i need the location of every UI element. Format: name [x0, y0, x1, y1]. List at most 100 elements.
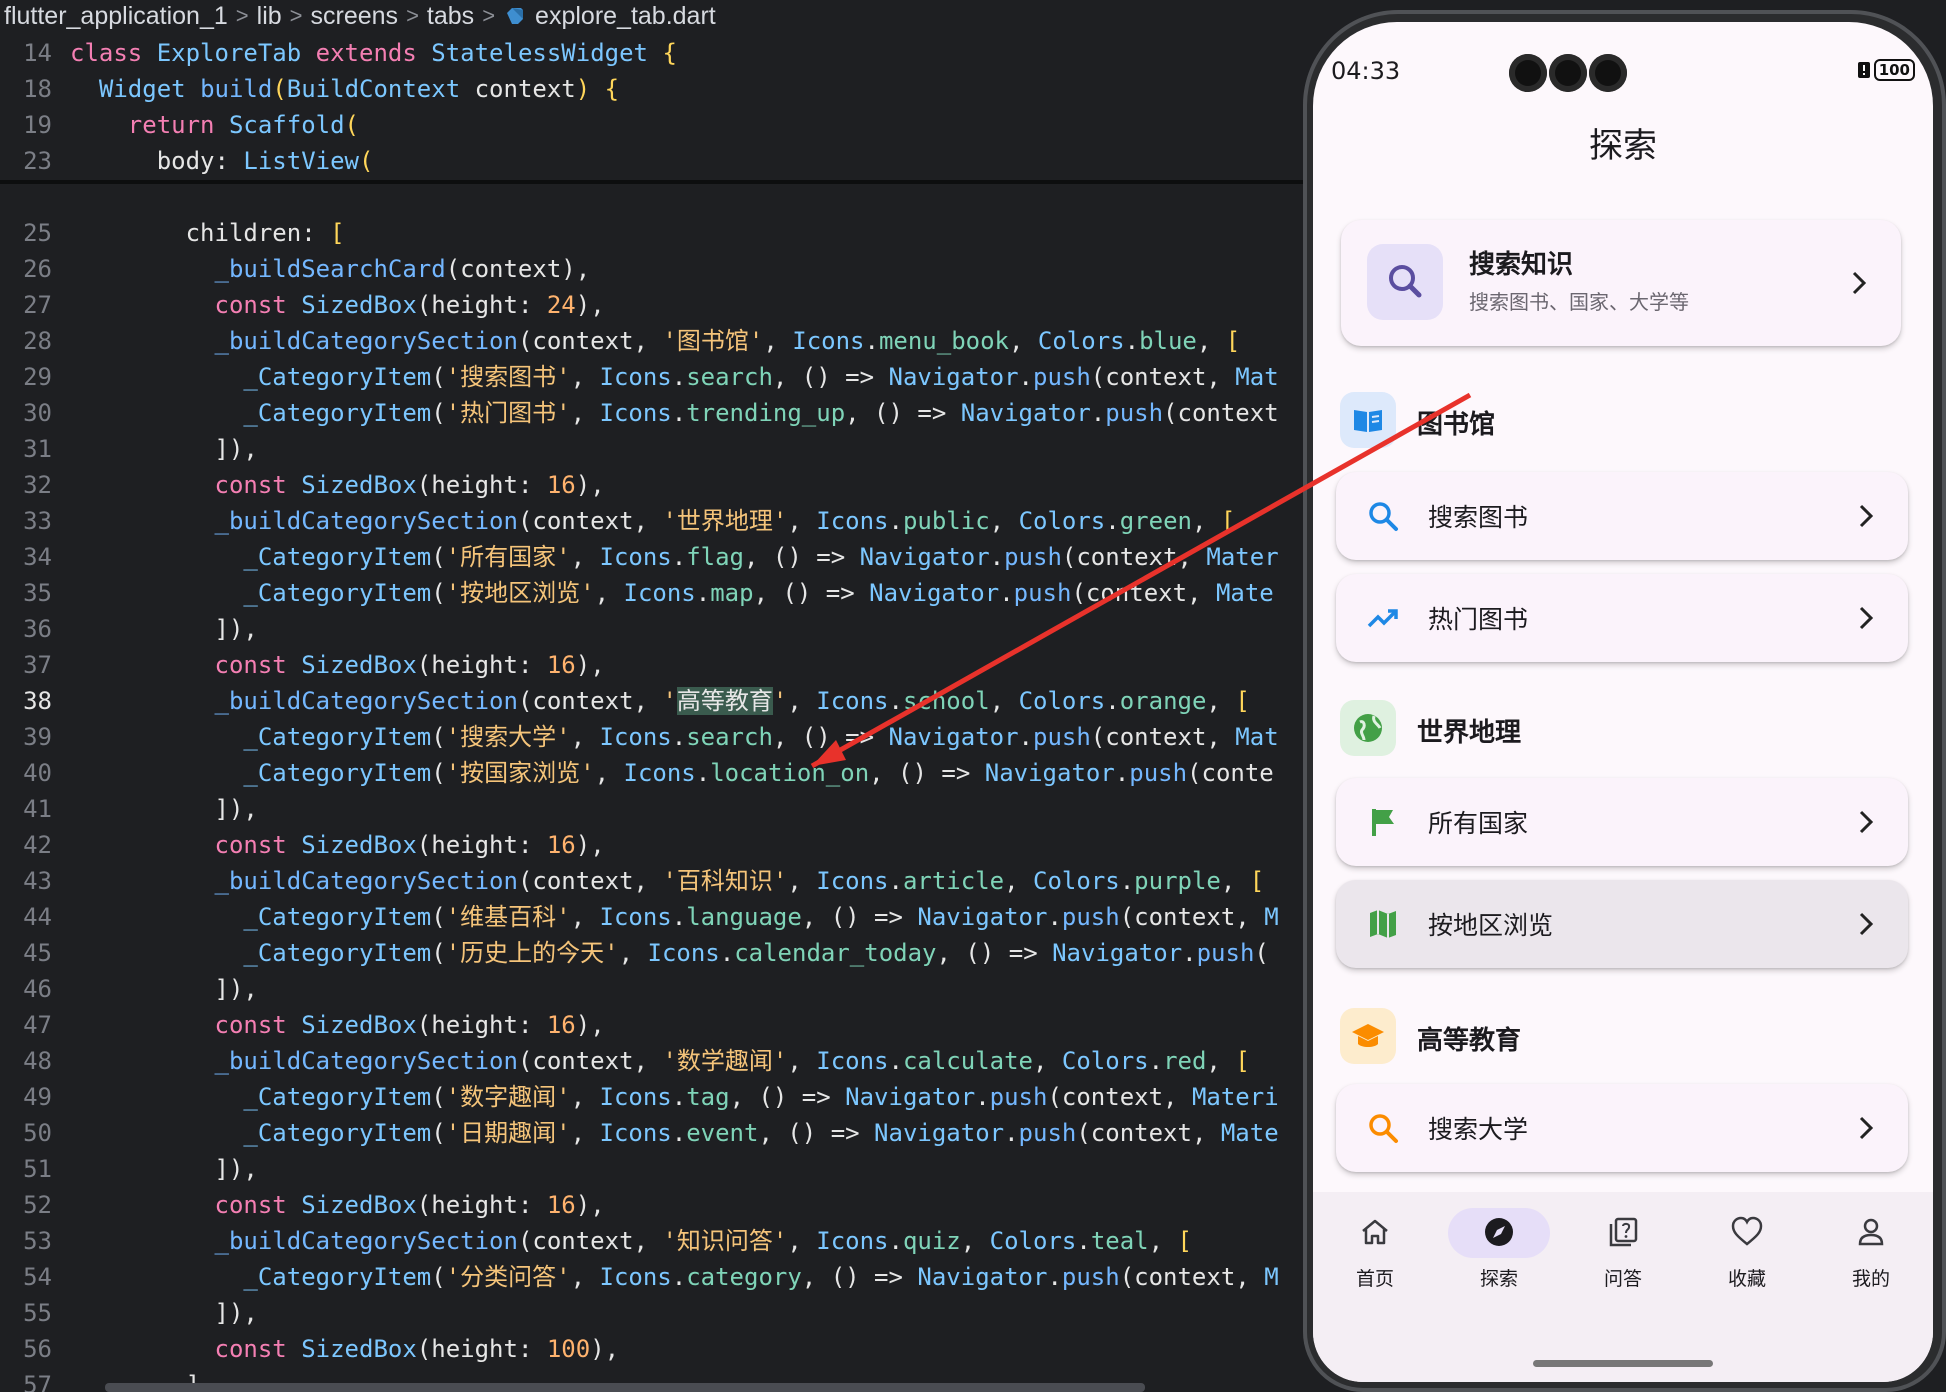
code-text: _buildCategorySection(context, '图书馆', Ic… — [214, 327, 1241, 355]
dart-file-icon — [507, 8, 524, 24]
code-editor[interactable]: flutter_application_1 > lib > screens > tab… — [0, 0, 1310, 1392]
code-line[interactable]: 41 ]), — [0, 791, 1310, 827]
code-line[interactable]: 51 ]), — [0, 1151, 1310, 1187]
line-number: 40 — [23, 759, 52, 787]
code-text: const SizedBox(height: 100), — [214, 1335, 620, 1363]
code-line[interactable]: 43 _buildCategorySection(context, '百科知识'… — [0, 863, 1310, 899]
code-line[interactable]: 30 _CategoryItem('热门图书', Icons.trending_… — [0, 395, 1310, 431]
code-line[interactable]: 25 children: [ — [0, 215, 1310, 251]
line-number: 30 — [23, 399, 52, 427]
line-number: 34 — [23, 543, 52, 571]
nav-item-home[interactable]: 首页 — [1313, 1192, 1437, 1322]
sticky-scroll-shadow — [0, 180, 1310, 184]
code-line[interactable]: 33 _buildCategorySection(context, '世界地理'… — [0, 503, 1310, 539]
code-line[interactable]: 32 const SizedBox(height: 16), — [0, 467, 1310, 503]
code-line[interactable]: 29 _CategoryItem('搜索图书', Icons.search, (… — [0, 359, 1310, 395]
code-line[interactable]: 48 _buildCategorySection(context, '数学趣闻'… — [0, 1043, 1310, 1079]
code-text: _buildCategorySection(context, '高等教育', I… — [214, 687, 1250, 715]
code-line[interactable]: 37 const SizedBox(height: 16), — [0, 647, 1310, 683]
line-number: 49 — [23, 1083, 52, 1111]
code-text: _CategoryItem('按地区浏览', Icons.map, () => … — [243, 579, 1274, 607]
list-item-trending-books[interactable]: 热门图书 — [1336, 574, 1908, 662]
line-number: 57 — [23, 1371, 52, 1392]
school-icon — [1352, 1024, 1384, 1047]
breadcrumb-item-project[interactable]: flutter_application_1 — [4, 2, 228, 31]
horizontal-scrollbar[interactable] — [105, 1383, 1145, 1392]
page-title: 探索 — [1589, 126, 1657, 166]
code-text: _buildCategorySection(context, '数学趣闻', I… — [214, 1047, 1250, 1075]
menu-book-icon — [1354, 410, 1382, 432]
nav-label: 我的 — [1851, 1268, 1890, 1290]
code-line[interactable]: 54 _CategoryItem('分类问答', Icons.category,… — [0, 1259, 1310, 1295]
breadcrumb-item-file[interactable]: explore_tab.dart — [535, 2, 716, 31]
breadcrumb-item-tabs[interactable]: tabs — [427, 2, 474, 31]
section-title-library: 图书馆 — [1417, 410, 1496, 440]
code-line[interactable]: 50 _CategoryItem('日期趣闻', Icons.event, ()… — [0, 1115, 1310, 1151]
code-line[interactable]: 52 const SizedBox(height: 16), — [0, 1187, 1310, 1223]
home-icon — [1362, 1219, 1388, 1245]
code-text: const SizedBox(height: 24), — [214, 291, 605, 319]
line-number: 29 — [23, 363, 52, 391]
code-line[interactable]: 35 _CategoryItem('按地区浏览', Icons.map, () … — [0, 575, 1310, 611]
line-number: 41 — [23, 795, 52, 823]
code-line[interactable]: 45 _CategoryItem('历史上的今天', Icons.calenda… — [0, 935, 1310, 971]
line-number: 46 — [23, 975, 52, 1003]
nav-item-profile[interactable]: 我的 — [1809, 1192, 1933, 1322]
code-line[interactable]: 14 class ExploreTab extends StatelessWidg… — [0, 35, 1310, 71]
code-line[interactable]: 38 _buildCategorySection(context, '高等教育'… — [0, 683, 1310, 719]
code-line[interactable]: 27 const SizedBox(height: 24), — [0, 287, 1310, 323]
code-text: _CategoryItem('热门图书', Icons.trending_up,… — [243, 399, 1279, 427]
search-card[interactable]: 搜索知识 搜索图书、国家、大学等 — [1341, 220, 1901, 346]
line-number: 44 — [23, 903, 52, 931]
code-line[interactable]: 34 _CategoryItem('所有国家', Icons.flag, () … — [0, 539, 1310, 575]
code-line[interactable]: 23 body: ListView( — [0, 143, 1310, 179]
line-number: 50 — [23, 1119, 52, 1147]
code-line[interactable]: 56 const SizedBox(height: 100), — [0, 1331, 1310, 1367]
code-line[interactable]: 55 ]), — [0, 1295, 1310, 1331]
code-line[interactable]: 36 ]), — [0, 611, 1310, 647]
heart-icon — [1731, 1216, 1763, 1246]
code-text: _CategoryItem('分类问答', Icons.category, ()… — [243, 1263, 1279, 1291]
nav-item-explore[interactable]: 探索 — [1437, 1192, 1561, 1322]
code-line[interactable]: 40 _CategoryItem('按国家浏览', Icons.location… — [0, 755, 1310, 791]
code-line[interactable]: 53 _buildCategorySection(context, '知识问答'… — [0, 1223, 1310, 1259]
code-text: _buildCategorySection(context, '知识问答', I… — [214, 1227, 1192, 1255]
nav-item-favorites[interactable]: 收藏 — [1685, 1192, 1809, 1322]
library-badge — [1340, 392, 1396, 448]
code-text: _CategoryItem('搜索大学', Icons.search, () =… — [243, 723, 1279, 751]
list-item-search-universities[interactable]: 搜索大学 — [1336, 1084, 1908, 1172]
breadcrumb-item-screens[interactable]: screens — [311, 2, 399, 31]
code-line[interactable]: 28 _buildCategorySection(context, '图书馆',… — [0, 323, 1310, 359]
list-item-all-countries[interactable]: 所有国家 — [1336, 778, 1908, 866]
code-text: _CategoryItem('历史上的今天', Icons.calendar_t… — [243, 939, 1269, 967]
list-item-label: 搜索图书 — [1428, 503, 1529, 532]
list-item-browse-by-region[interactable]: 按地区浏览 — [1336, 880, 1908, 968]
battery-indicator: 100 — [1857, 59, 1915, 81]
breadcrumb-item-lib[interactable]: lib — [257, 2, 282, 31]
search-card-title: 搜索知识 — [1469, 250, 1574, 280]
camera-icon — [1509, 54, 1547, 92]
quiz-icon — [1609, 1217, 1638, 1247]
code-line[interactable]: 19 return Scaffold( — [0, 107, 1310, 143]
code-line[interactable]: 44 _CategoryItem('维基百科', Icons.language,… — [0, 899, 1310, 935]
code-line[interactable]: 31 ]), — [0, 431, 1310, 467]
code-line[interactable]: 42 const SizedBox(height: 16), — [0, 827, 1310, 863]
code-line[interactable]: 39 _CategoryItem('搜索大学', Icons.search, (… — [0, 719, 1310, 755]
code-text: Widget build(BuildContext context) { — [98, 75, 620, 103]
line-number: 37 — [23, 651, 52, 679]
phone-screen: 04:33 100 探索 搜索知识 搜索图书、国家、大学等 图书馆 搜索图书 热… — [1313, 22, 1933, 1382]
code-line[interactable]: 46 ]), — [0, 971, 1310, 1007]
list-item-search-books[interactable]: 搜索图书 — [1336, 472, 1908, 560]
code-line[interactable]: 47 const SizedBox(height: 16), — [0, 1007, 1310, 1043]
section-title-education: 高等教育 — [1417, 1026, 1522, 1056]
code-line[interactable]: 26 _buildSearchCard(context), — [0, 251, 1310, 287]
status-time: 04:33 — [1331, 57, 1401, 85]
line-number: 43 — [23, 867, 52, 895]
nav-item-qa[interactable]: 问答 — [1561, 1192, 1685, 1322]
code-text: body: ListView( — [70, 147, 374, 175]
code-line[interactable]: 49 _CategoryItem('数字趣闻', Icons.tag, () =… — [0, 1079, 1310, 1115]
code-line[interactable]: 18 Widget build(BuildContext context) { — [0, 71, 1310, 107]
home-indicator — [1533, 1360, 1713, 1367]
line-number: 53 — [23, 1227, 52, 1255]
line-number: 47 — [23, 1011, 52, 1039]
